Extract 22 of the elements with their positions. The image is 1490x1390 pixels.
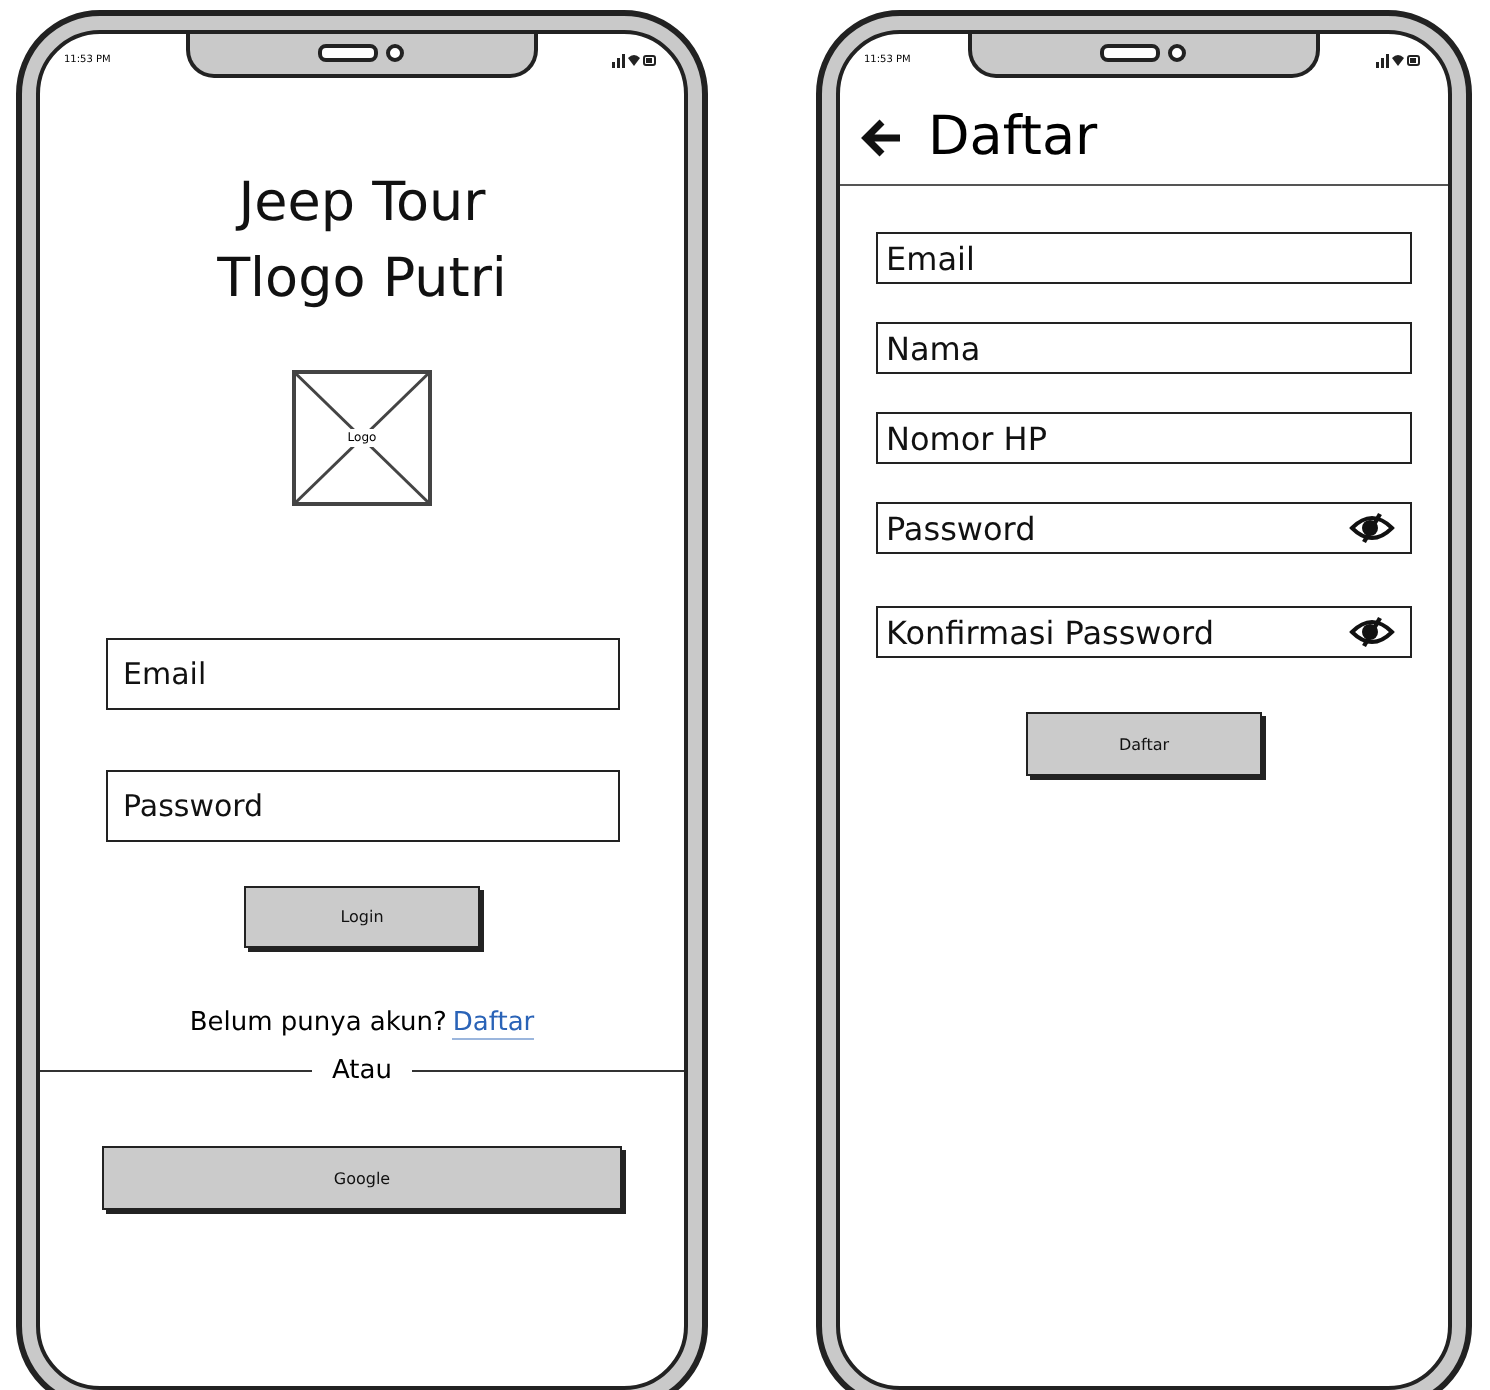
input-field[interactable]: Email — [105, 638, 619, 710]
divider-label: Atau — [332, 1056, 392, 1086]
google-button[interactable]: Google — [102, 1146, 622, 1210]
input-field[interactable]: Nomor HP — [876, 412, 1412, 464]
status-icons — [1375, 52, 1420, 68]
app-title: Jeep Tour — [238, 170, 486, 238]
eye-slash-icon[interactable] — [1348, 512, 1396, 544]
signup-link[interactable]: Daftar — [452, 1008, 535, 1040]
password-field[interactable]: Password — [876, 502, 1412, 554]
input-field[interactable]: Password — [105, 770, 619, 842]
input-field[interactable]: Nama — [876, 322, 1412, 374]
eye-slash-icon[interactable] — [1348, 616, 1396, 648]
page-title: Daftar — [928, 106, 1098, 168]
logo-placeholder — [292, 370, 432, 506]
input-field[interactable]: Email — [876, 232, 1412, 284]
register-button[interactable]: Daftar — [1026, 712, 1262, 776]
app-title: Tlogo Putri — [217, 246, 507, 314]
signup-prompt: Belum punya akun? — [189, 1008, 447, 1040]
password-field[interactable]: Konfirmasi Password — [876, 606, 1412, 658]
status-icons — [611, 52, 656, 68]
login-button[interactable]: Login — [244, 886, 480, 948]
back-arrow-icon[interactable] — [860, 117, 904, 157]
